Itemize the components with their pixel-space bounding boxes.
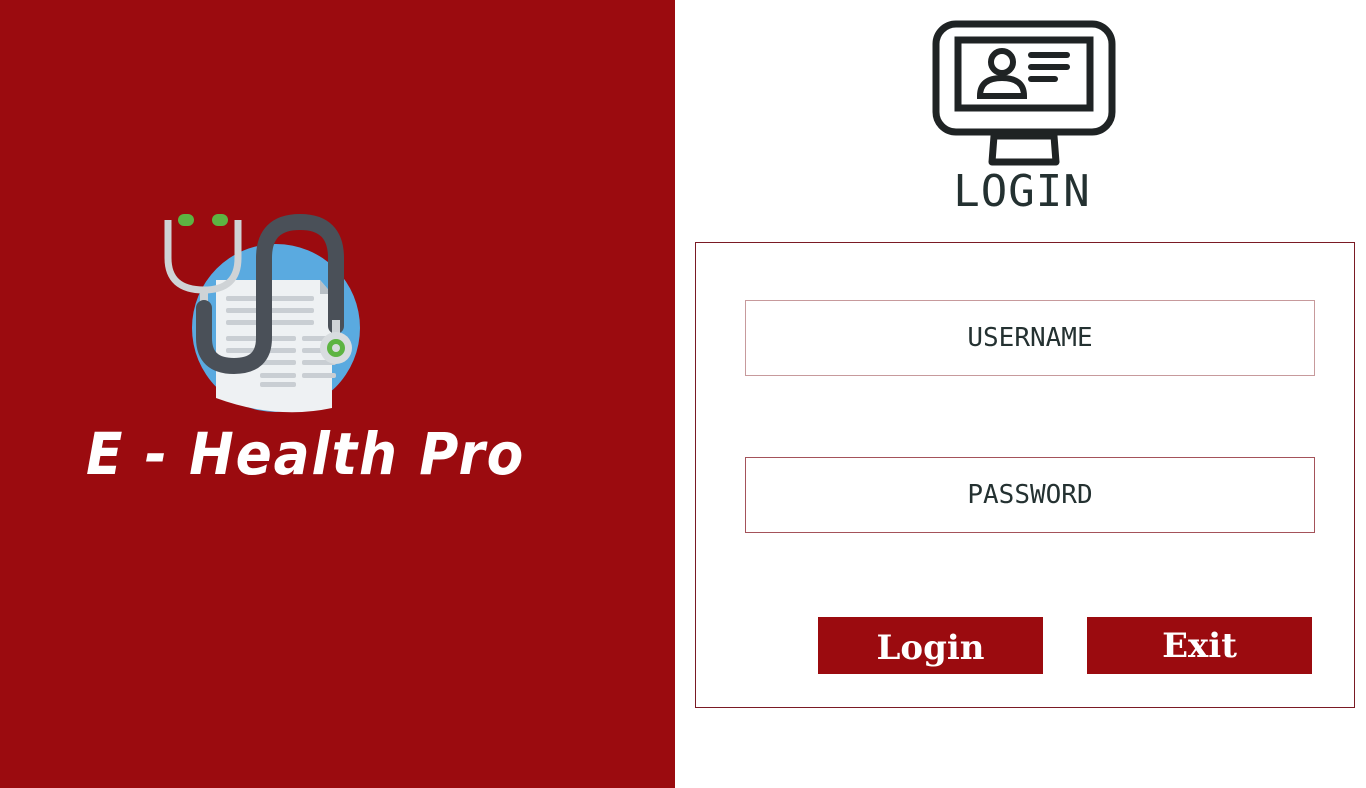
exit-button[interactable]: Exit [1087,617,1312,674]
app-name: E - Health Pro [86,420,526,488]
monitor-id-card-icon [932,20,1116,166]
username-input[interactable] [745,300,1315,376]
brand-panel: E - Health Pro [0,0,675,788]
stethoscope-document-icon [164,213,360,413]
login-button[interactable]: Login [818,617,1043,674]
login-title: LOGIN [953,166,1091,217]
password-input[interactable] [745,457,1315,533]
